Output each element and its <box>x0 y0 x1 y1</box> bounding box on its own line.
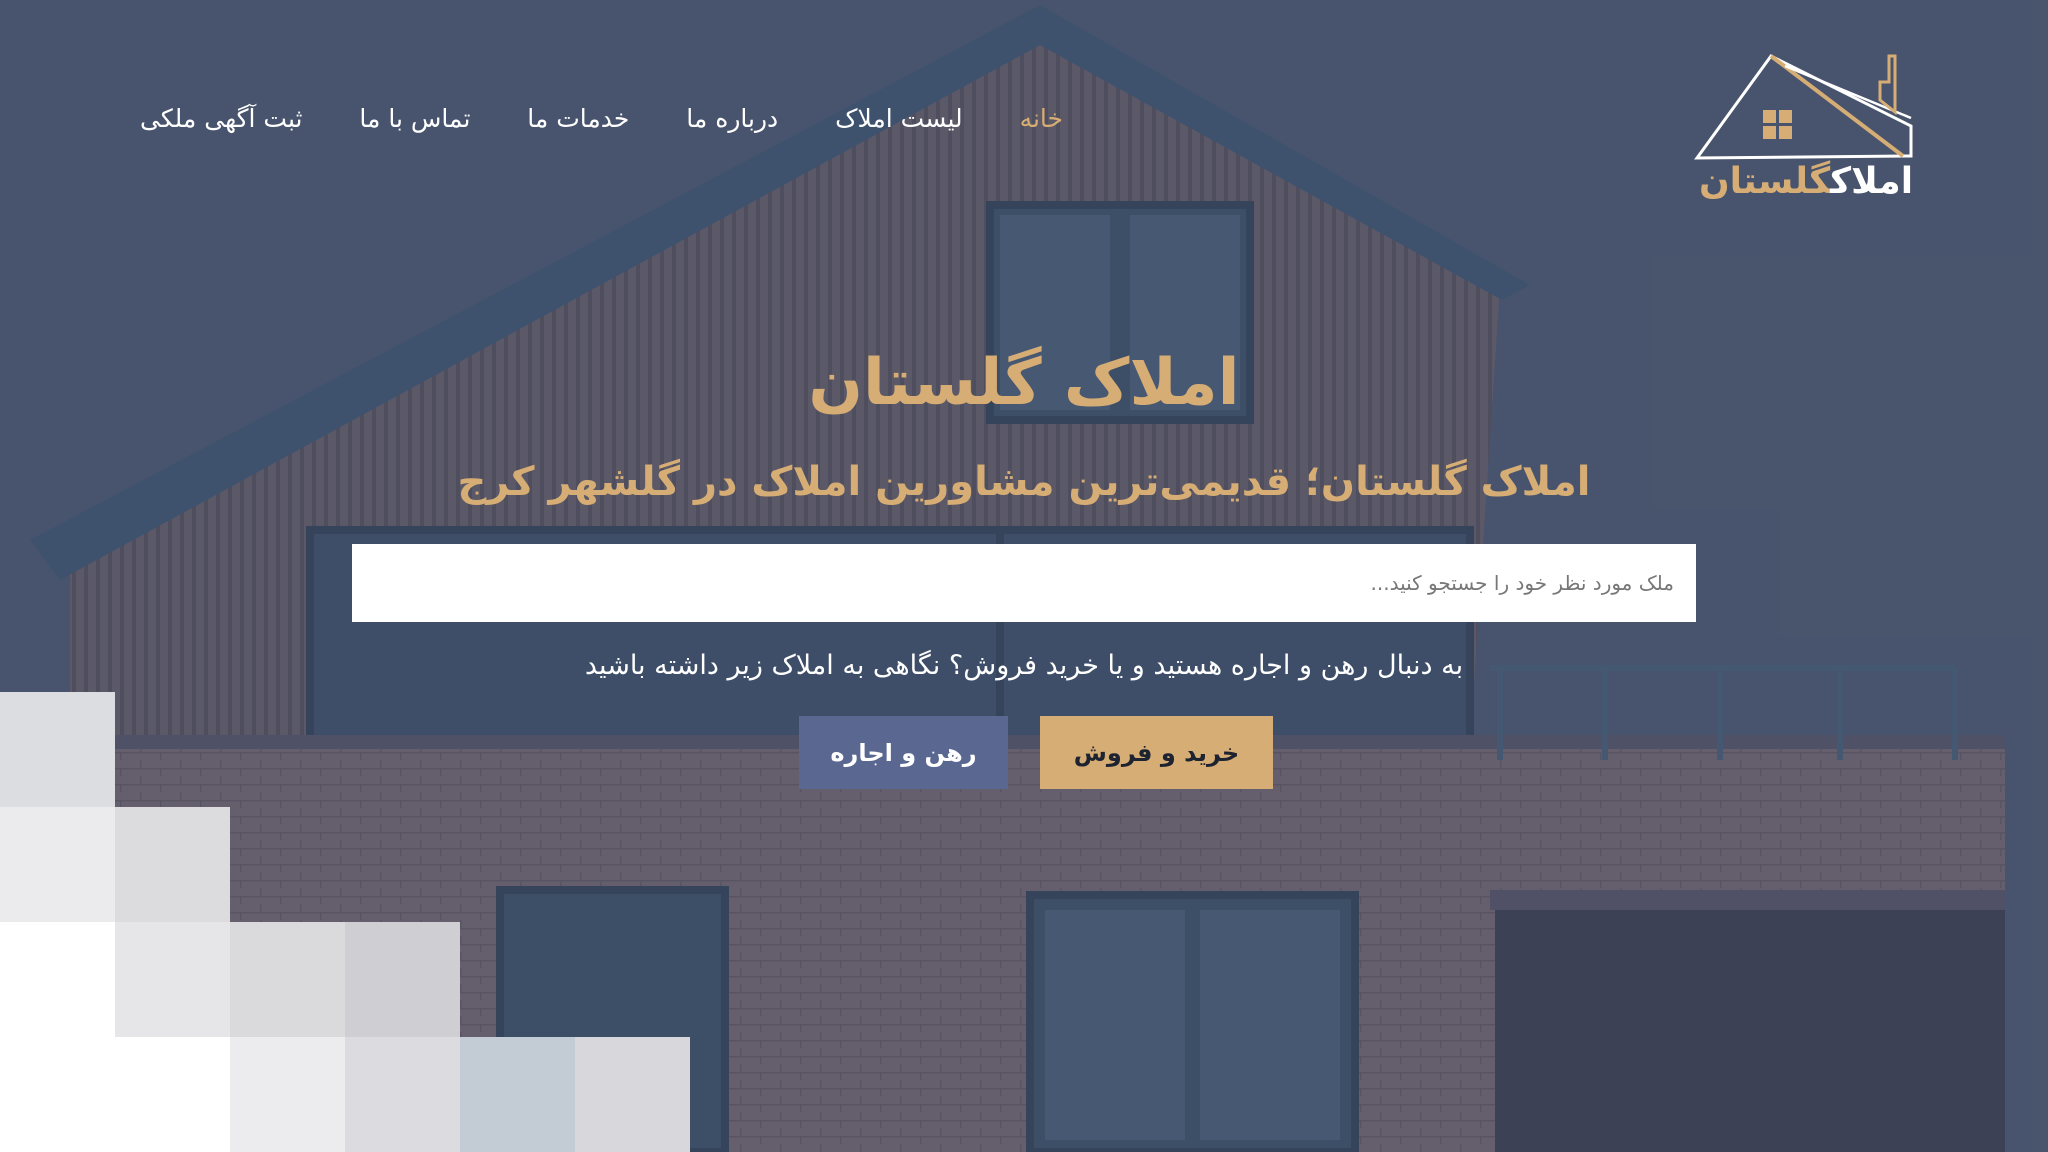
main-nav: خانه لیست املاک درباره ما خدمات ما تماس … <box>140 104 1063 133</box>
nav-item-about[interactable]: درباره ما <box>686 104 778 133</box>
logo-text-golestan: گلستان <box>1698 161 1831 202</box>
buy-sell-button[interactable]: خرید و فروش <box>1040 716 1273 789</box>
house-roof-logo-icon <box>1694 54 1913 160</box>
nav-item-property-list[interactable]: لیست املاک <box>835 104 963 133</box>
nav-item-submit-listing[interactable]: ثبت آگهی ملکی <box>140 104 302 133</box>
page-subtitle: املاک گلستان؛ قدیمی‌ترین مشاورین املاک د… <box>457 459 1591 505</box>
page-title: املاک گلستان <box>808 346 1240 420</box>
lead-text: به دنبال رهن و اجاره هستید و یا خرید فرو… <box>584 650 1464 681</box>
nav-item-services[interactable]: خدمات ما <box>527 104 629 133</box>
brand-logo[interactable]: املاکگلستان <box>1693 48 1923 208</box>
logo-text-amlak: املاک <box>1830 161 1914 202</box>
hero-section: املاکگلستان خانه لیست املاک درباره ما خد… <box>0 0 2048 1152</box>
search-input[interactable] <box>352 544 1696 622</box>
nav-item-contact[interactable]: تماس با ما <box>359 104 470 133</box>
logo-wordmark: املاکگلستان <box>1695 164 1917 200</box>
nav-item-home[interactable]: خانه <box>1020 104 1063 133</box>
rent-lease-button[interactable]: رهن و اجاره <box>799 716 1008 789</box>
